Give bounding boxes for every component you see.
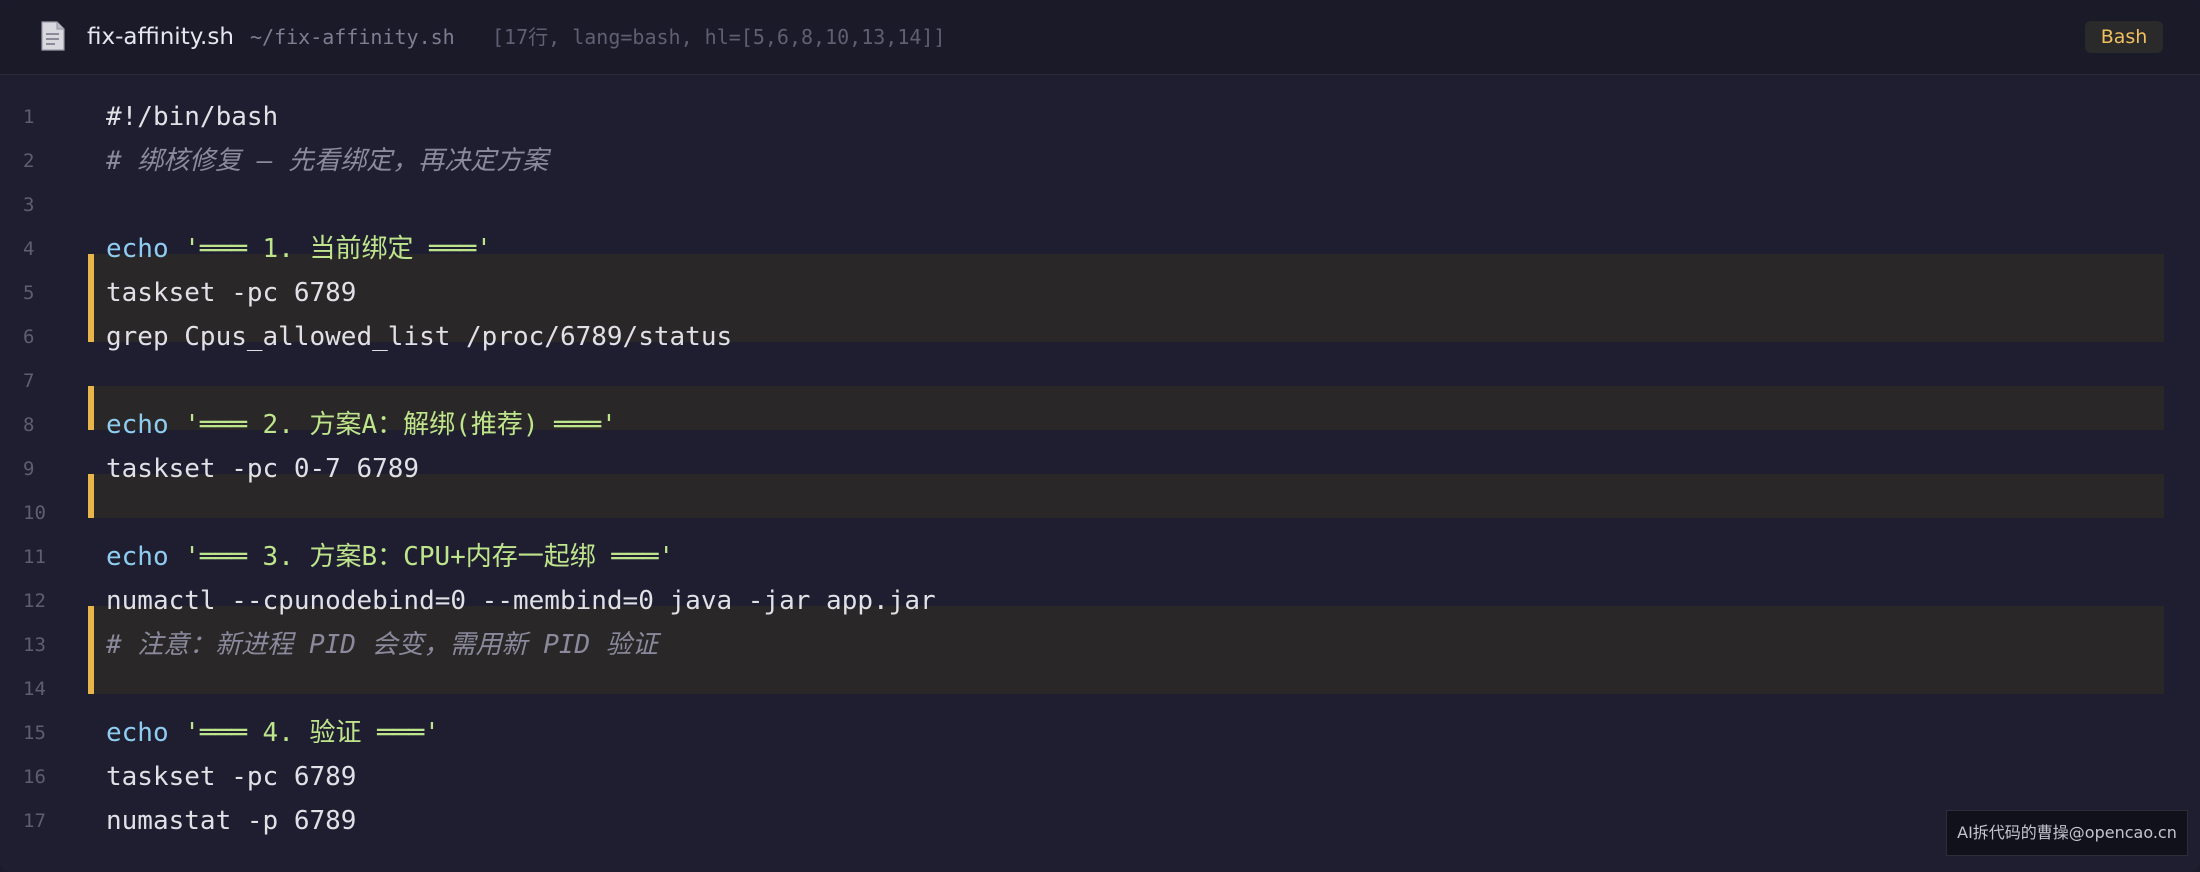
code-line: 3 (0, 183, 2200, 227)
line-code: # 注意：新进程 PID 会变，需用新 PID 验证 (106, 623, 658, 667)
code-token: numastat -p 6789 (106, 806, 357, 836)
keyword-token: echo (106, 234, 169, 264)
line-number: 10 (23, 502, 46, 524)
keyword-token: echo (106, 410, 169, 440)
code-line: 11 echo '═══ 3. 方案B：CPU+内存一起绑 ═══' (0, 535, 2200, 579)
code-line: 8 echo '═══ 2. 方案A：解绑(推荐) ═══' (0, 403, 2200, 447)
line-number: 15 (23, 722, 46, 744)
code-line: 7 (0, 359, 2200, 403)
file-name: fix-affinity.sh (87, 24, 234, 50)
file-path: ~/fix-affinity.sh (250, 25, 455, 49)
line-number: 14 (23, 678, 46, 700)
code-token: taskset -pc 0-7 6789 (106, 454, 420, 484)
line-number: 13 (23, 634, 46, 656)
watermark: AI拆代码的曹操@opencao.cn (1946, 810, 2188, 856)
code-token: taskset -pc 6789 (106, 762, 357, 792)
code-token: #!/bin/bash (106, 102, 279, 132)
comment-token: # 注意：新进程 PID 会变，需用新 PID 验证 (106, 630, 658, 660)
line-number: 5 (23, 282, 35, 304)
title-bar: fix-affinity.sh ~/fix-affinity.sh [17行, … (0, 0, 2200, 75)
language-badge: Bash (2085, 21, 2163, 53)
line-number: 17 (23, 810, 46, 832)
code-token: grep Cpus_allowed_list /proc/6789/status (106, 322, 733, 352)
line-code: numastat -p 6789 (106, 799, 356, 843)
code-line: 4 echo '═══ 1. 当前绑定 ═══' (0, 227, 2200, 271)
code-line: 16 taskset -pc 6789 (0, 755, 2200, 799)
document-icon (41, 21, 65, 51)
line-code: echo '═══ 2. 方案A：解绑(推荐) ═══' (106, 403, 617, 447)
line-code: #!/bin/bash (106, 95, 278, 139)
line-number: 16 (23, 766, 46, 788)
string-token: '═══ 4. 验证 ═══' (184, 718, 440, 748)
line-code: echo '═══ 1. 当前绑定 ═══' (106, 227, 492, 271)
line-code: echo '═══ 3. 方案B：CPU+内存一起绑 ═══' (106, 535, 674, 579)
code-viewer-window: fix-affinity.sh ~/fix-affinity.sh [17行, … (0, 0, 2200, 872)
line-number: 4 (23, 238, 35, 260)
line-number: 2 (23, 150, 35, 172)
line-code: numactl --cpunodebind=0 --membind=0 java… (106, 579, 936, 623)
code-token: numactl --cpunodebind=0 --membind=0 java… (106, 586, 936, 616)
line-number: 7 (23, 370, 35, 392)
code-line: 13 # 注意：新进程 PID 会变，需用新 PID 验证 (0, 623, 2200, 667)
file-info: [17行, lang=bash, hl=[5,6,8,10,13,14]] (492, 25, 946, 49)
code-line: 1 #!/bin/bash (0, 95, 2200, 139)
code-line: 14 (0, 667, 2200, 711)
line-number: 8 (23, 414, 35, 436)
line-code: # 绑核修复 — 先看绑定，再决定方案 (106, 139, 548, 183)
line-code: echo '═══ 4. 验证 ═══' (106, 711, 440, 755)
line-number: 6 (23, 326, 35, 348)
code-line: 6 grep Cpus_allowed_list /proc/6789/statu… (0, 315, 2200, 359)
line-number: 1 (23, 106, 35, 128)
code-token: taskset -pc 6789 (106, 278, 357, 308)
code-line: 10 (0, 491, 2200, 535)
code-area[interactable]: 1 #!/bin/bash 2 # 绑核修复 — 先看绑定，再决定方案 3 4 echo '… (0, 75, 2200, 872)
code-line: 5 taskset -pc 6789 (0, 271, 2200, 315)
line-number: 12 (23, 590, 46, 612)
string-token: '═══ 3. 方案B：CPU+内存一起绑 ═══' (184, 542, 675, 572)
code-line: 2 # 绑核修复 — 先看绑定，再决定方案 (0, 139, 2200, 183)
line-code: taskset -pc 6789 (106, 271, 356, 315)
line-number: 11 (23, 546, 46, 568)
code-line: 9 taskset -pc 0-7 6789 (0, 447, 2200, 491)
code-line: 17 numastat -p 6789 (0, 799, 2200, 843)
code-line: 12 numactl --cpunodebind=0 --membind=0 ja… (0, 579, 2200, 623)
line-code: taskset -pc 0-7 6789 (106, 447, 419, 491)
code-line: 15 echo '═══ 4. 验证 ═══' (0, 711, 2200, 755)
line-number: 3 (23, 194, 35, 216)
keyword-token: echo (106, 718, 169, 748)
keyword-token: echo (106, 542, 169, 572)
string-token: '═══ 1. 当前绑定 ═══' (184, 234, 492, 264)
line-code: taskset -pc 6789 (106, 755, 356, 799)
line-number: 9 (23, 458, 35, 480)
comment-token: # 绑核修复 — 先看绑定，再决定方案 (106, 146, 549, 176)
line-code: grep Cpus_allowed_list /proc/6789/status (106, 315, 732, 359)
string-token: '═══ 2. 方案A：解绑(推荐) ═══' (184, 410, 617, 440)
